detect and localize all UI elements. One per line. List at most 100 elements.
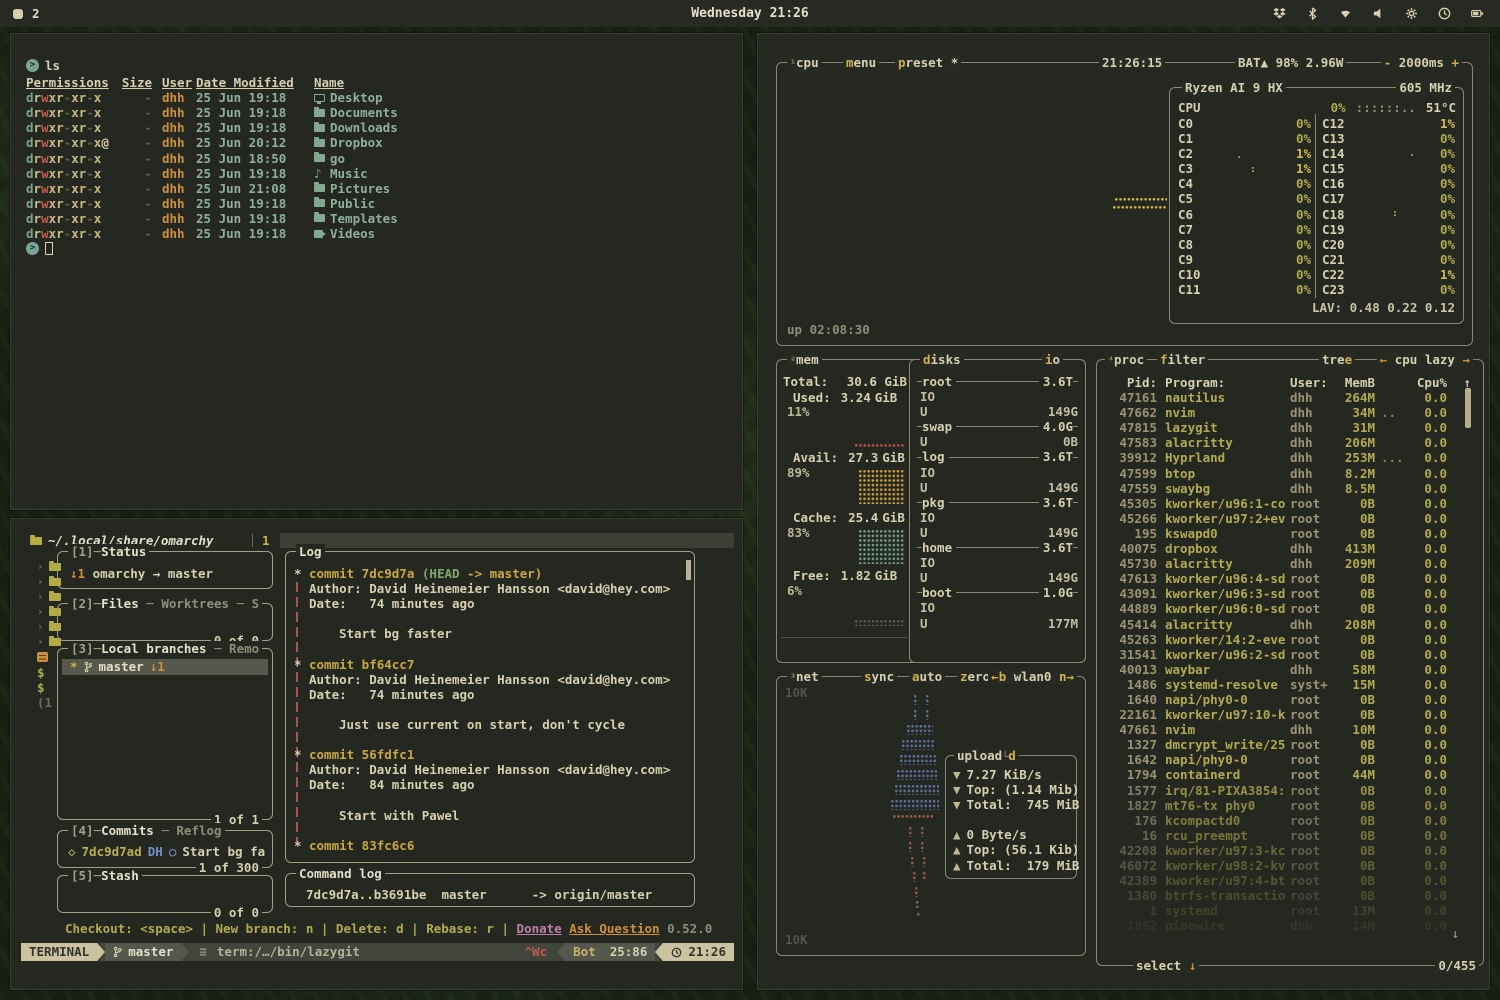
process-row[interactable]: 1 systemd root 13M 0.0 [1105,903,1475,918]
menu-button[interactable]: menu [843,55,879,70]
branch-icon [84,661,93,673]
position-segment: Bot25:86 [565,943,655,961]
panel-log[interactable]: Log *commit 7dc9d7a (HEAD -> master) Aut… [285,551,695,863]
proc-tree-toggle[interactable]: tree [1319,352,1355,367]
panel-local-branches[interactable]: [3]─Local branches ─ Remo * master ↓1 1 … [57,648,273,820]
file-row[interactable]: drwxr-xr-x - dhh 25 Jun 21:08 ♪ Pictures [26,181,742,196]
process-row[interactable]: 31541 kworker/u96:2-sd root 0B 0.0 [1105,647,1475,662]
file-row[interactable]: drwxr-xr-x - dhh 25 Jun 18:50 ♪ go [26,151,742,166]
tab-cpu[interactable]: ¹cpu [787,55,822,72]
process-row[interactable]: 1862 pipewire dhh 14M 0.0 [1105,918,1475,933]
scrollbar[interactable] [1465,388,1471,428]
process-row[interactable]: 40013 waybar dhh 58M 0.0 [1105,662,1475,677]
process-row[interactable]: 42208 kworker/u97:3-kc root 0B 0.0 [1105,843,1475,858]
file-row[interactable]: drwxr-xr-x - dhh 25 Jun 19:18 ♪ Download… [26,120,742,135]
process-row[interactable]: 47161 nautilus dhh 264M 0.0 [1105,390,1475,405]
file-type-icon: ♪ [314,139,330,147]
panel-files[interactable]: [2]─Files ─ Worktrees ─ S 0 of 0 [57,603,273,641]
upload-toggle[interactable]: upload└d [954,748,1019,765]
upload-stat: ▲0 Byte/s [953,827,1072,842]
process-row[interactable]: 16 rcu_preempt root 0B 0.0 [1105,828,1475,843]
process-row[interactable]: 39912 Hyprland dhh 253M ... 0.0 [1105,450,1475,465]
process-memory: 0B [1338,813,1375,828]
preset-button[interactable]: preset * [895,55,961,70]
process-row[interactable]: 47662 nvim dhh 34M .. 0.0 [1105,405,1475,420]
file-row[interactable]: drwxr-xr-x - dhh 25 Jun 19:18 ♪ Videos [26,226,742,241]
panel-status[interactable]: [1]─Status ↓1 omarchy → master [57,551,273,589]
tab-disks[interactable]: disks [920,352,964,367]
process-row[interactable]: 22161 kworker/u97:10-k root 0B 0.0 [1105,707,1475,722]
process-row[interactable]: 40075 dropbox dhh 413M 0.0 [1105,541,1475,556]
process-row[interactable]: 1642 napi/phy0-0 root 0B 0.0 [1105,752,1475,767]
process-row[interactable]: 42389 kworker/u97:4-bt root 0B 0.0 [1105,873,1475,888]
proc-sort-switcher[interactable]: ← cpu lazy → [1377,352,1473,367]
panel-commits[interactable]: [4]─Commits ─ Reflog ◇ 7dc9d7ad DH ○ Sta… [57,830,273,868]
file-row[interactable]: drwxr-xr-x - dhh 25 Jun 19:18 ♪ Template… [26,211,742,226]
selected-branch-row[interactable]: * master ↓1 [62,659,268,675]
process-row[interactable]: 1794 containerd root 44M 0.0 [1105,767,1475,782]
process-row[interactable]: 43091 kworker/u96:3-sd root 0B 0.0 [1105,586,1475,601]
disk-name: pkg [922,495,945,510]
process-row[interactable]: 45730 alacritty dhh 209M 0.0 [1105,556,1475,571]
process-pid: 43091 [1105,586,1157,601]
update-interval-control[interactable]: - 2000ms + [1381,55,1462,70]
process-user: dhh [1290,420,1338,435]
branch-segment[interactable]: master [105,943,181,961]
commit-row[interactable]: ◇ 7dc9d7ad DH ○ Start bg fa [68,844,265,859]
process-row[interactable]: 45266 kworker/u97:2+ev root 0B 0.0 [1105,511,1475,526]
file-date-modified: 25 Jun 19:18 [196,90,314,105]
process-memory: 13M [1338,903,1375,918]
file-row[interactable]: drwxr-xr-x@ - dhh 25 Jun 20:12 ♪ Dropbox [26,135,742,150]
process-row[interactable]: 1486 systemd-resolve syst+ 15M 0.0 [1105,677,1475,692]
tab-net[interactable]: ³net [787,669,822,686]
tab-number[interactable]: 1 [262,533,270,548]
panel-stash[interactable]: [5]─Stash 0 of 0 [57,875,273,913]
proc-filter-button[interactable]: filter [1157,352,1208,367]
process-pid: 1327 [1105,737,1157,752]
process-row[interactable]: 47815 lazygit dhh 31M 0.0 [1105,420,1475,435]
net-auto-toggle[interactable]: auto [909,669,945,684]
donate-link[interactable]: Donate [517,921,562,936]
process-row[interactable]: 45414 alacritty dhh 208M 0.0 [1105,617,1475,632]
process-row[interactable]: 47613 kworker/u96:4-sd root 0B 0.0 [1105,571,1475,586]
process-row[interactable]: 1827 mt76-tx phy0 root 0B 0.0 [1105,798,1475,813]
ask-question-link[interactable]: Ask Question [569,921,659,936]
process-user: dhh [1290,662,1338,677]
shell-prompt-line[interactable]: > [26,241,742,256]
process-row[interactable]: 195 kswapd0 root 0B 0.0 [1105,526,1475,541]
process-row[interactable]: 45305 kworker/u96:1-co root 0B 0.0 [1105,496,1475,511]
process-row[interactable]: 47583 alacritty dhh 206M 0.0 [1105,435,1475,450]
net-sync-toggle[interactable]: sync [861,669,897,684]
process-row[interactable]: 44889 kworker/u96:0-sd root 0B 0.0 [1105,601,1475,616]
process-row[interactable]: 47661 nvim dhh 10M 0.0 [1105,722,1475,737]
file-row[interactable]: drwxr-xr-x - dhh 25 Jun 19:18 ♪ Public [26,196,742,211]
net-interface-switcher[interactable]: ←b wlan0 n→ [988,669,1077,684]
process-row[interactable]: 45263 kworker/14:2-eve root 0B 0.0 [1105,632,1475,647]
process-row[interactable]: 1577 irq/81-PIXA3854: root 0B 0.0 [1105,783,1475,798]
file-row[interactable]: drwxr-xr-x - dhh 25 Jun 19:18 ♪ Music [26,166,742,181]
process-name: nvim [1165,722,1290,737]
file-row[interactable]: drwxr-xr-x - dhh 25 Jun 19:18 ♪ Document… [26,105,742,120]
process-row[interactable]: 47599 btop dhh 8.2M 0.0 [1105,466,1475,481]
process-header-row[interactable]: Pid: Program: User: MemB Cpu% ↑ [1105,375,1475,390]
tab-proc[interactable]: ⁴proc [1105,352,1147,369]
download-graph [914,695,918,705]
process-row[interactable]: 47559 swaybg dhh 8.5M 0.0 [1105,481,1475,496]
tab-io[interactable]: io [1042,352,1063,367]
file-size: - [118,181,152,196]
disk-row: home 3.6T [912,540,1083,555]
process-row[interactable]: 1640 napi/phy0-0 root 0B 0.0 [1105,692,1475,707]
process-row[interactable]: 176 kcompactd0 root 0B 0.0 [1105,813,1475,828]
process-row[interactable]: 1327 dmcrypt_write/25 root 0B 0.0 [1105,737,1475,752]
file-row[interactable]: drwxr-xr-x - dhh 25 Jun 19:18 ♪ Desktop [26,90,742,105]
disk-used-label: U [917,525,928,540]
panel-command-log[interactable]: Command log 7dc9d7a..b3691be master -> o… [285,873,695,907]
terminal-window-file-listing[interactable]: > ls Permissions Size User Date Modified… [10,33,743,510]
select-hint[interactable]: select ↓ [1133,958,1199,973]
terminal-window-lazygit[interactable]: ~/.local/share/omarchy 1 [10,518,743,990]
tab-mem[interactable]: ²mem [787,352,822,369]
terminal-window-btop[interactable]: ¹cpu menu preset * 21:26:15 BAT▲ 98% 2.9… [757,33,1490,990]
process-row[interactable]: 1380 btrfs-transactio root 0B 0.0 [1105,888,1475,903]
process-name: Hyprland [1165,450,1290,465]
process-row[interactable]: 46072 kworker/u98:2-kv root 0B 0.0 [1105,858,1475,873]
